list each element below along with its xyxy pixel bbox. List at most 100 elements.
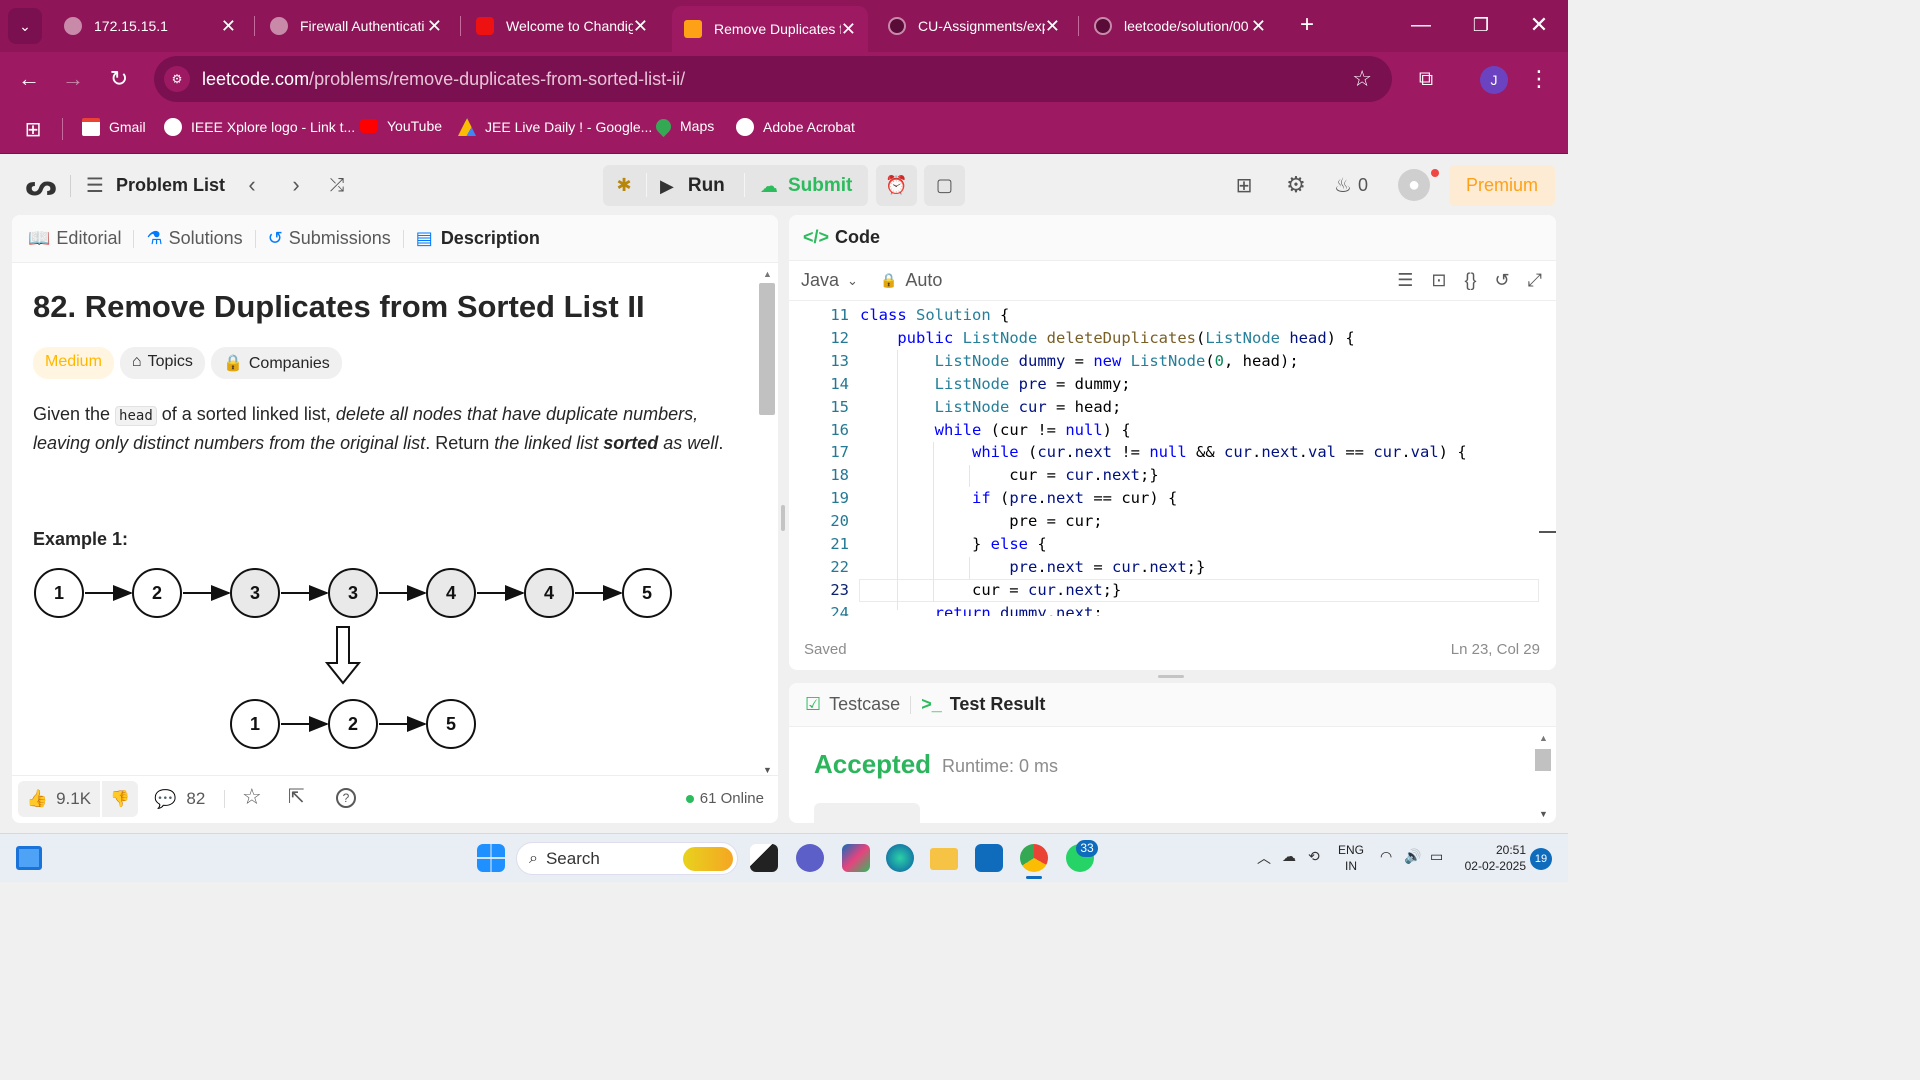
globe-icon xyxy=(270,17,288,35)
widgets-icon[interactable] xyxy=(16,846,42,870)
bookmark-ieee[interactable]: IEEE Xplore logo - Link t... xyxy=(164,118,355,136)
case-tab[interactable] xyxy=(814,803,920,823)
tab-search-button[interactable]: ⌄ xyxy=(8,8,42,44)
bookmark-acrobat[interactable]: Adobe Acrobat xyxy=(736,118,855,136)
tab-chandigarh[interactable]: Welcome to Chandig ✕ xyxy=(464,6,660,46)
submit-button[interactable]: ☁ Submit xyxy=(760,169,852,203)
show-hidden-icon[interactable]: ︿ xyxy=(1257,848,1271,868)
reset-icon[interactable]: ↺ xyxy=(1495,270,1510,291)
restore-button[interactable]: ❐ xyxy=(1464,10,1498,40)
menu-icon[interactable]: ⋮ xyxy=(1526,64,1552,94)
tab-github-assignments[interactable]: CU-Assignments/exp ✕ xyxy=(876,6,1072,46)
tab-test-result[interactable]: >_ Test Result xyxy=(921,694,1045,715)
panel-resize-handle[interactable] xyxy=(781,505,785,531)
companies-button[interactable]: 🔒 Companies xyxy=(210,347,342,379)
close-icon[interactable]: ✕ xyxy=(427,16,442,37)
favorite-star-icon[interactable]: ☆ xyxy=(242,784,262,810)
premium-button[interactable]: Premium xyxy=(1449,165,1555,206)
line-number: 24 xyxy=(830,603,849,616)
sync-icon[interactable]: ⟲ xyxy=(1308,848,1320,865)
next-problem-button[interactable]: › xyxy=(284,169,308,201)
share-icon[interactable]: ⇱ xyxy=(288,784,305,809)
taskbar-search[interactable]: ⌕ Search xyxy=(516,842,738,875)
url-bar[interactable]: ⚙ leetcode.com/problems/remove-duplicate… xyxy=(154,56,1392,102)
bookmark-jee[interactable]: JEE Live Daily ! - Google... xyxy=(458,118,652,136)
store-icon[interactable] xyxy=(975,844,1003,872)
close-icon[interactable]: ✕ xyxy=(633,16,648,37)
bookmark-maps[interactable]: Maps xyxy=(652,115,714,137)
battery-icon[interactable]: ▭ xyxy=(1430,848,1443,865)
user-avatar[interactable]: ● xyxy=(1398,169,1430,201)
help-icon[interactable]: ? xyxy=(336,788,356,808)
m365-icon[interactable] xyxy=(842,844,870,872)
clock[interactable]: 20:51 02-02-2025 xyxy=(1456,842,1526,874)
edge-icon[interactable] xyxy=(886,844,914,872)
run-button[interactable]: ▶ Run xyxy=(660,169,725,203)
site-info-icon[interactable]: ⚙ xyxy=(164,66,190,92)
layout-icon[interactable]: ⊞ xyxy=(1230,169,1258,201)
streak-counter[interactable]: ♨ 0 xyxy=(1334,169,1368,201)
tab-solutions[interactable]: ⚗ Solutions xyxy=(146,228,242,249)
close-icon[interactable]: ✕ xyxy=(1045,16,1060,37)
tab-submissions[interactable]: ↺ Submissions xyxy=(268,228,391,249)
difficulty-badge[interactable]: Medium xyxy=(33,347,114,379)
tab-172[interactable]: 172.15.15.1 ✕ xyxy=(52,6,248,46)
shuffle-icon[interactable]: ⤮ xyxy=(324,169,350,201)
teams-icon[interactable] xyxy=(796,844,824,872)
language-select[interactable]: Java ⌄ xyxy=(801,270,858,291)
comments-button[interactable]: 💬 82 xyxy=(154,781,205,817)
task-view-icon[interactable] xyxy=(750,844,778,872)
tab-leetcode[interactable]: Remove Duplicates f ✕ xyxy=(672,6,868,52)
reload-button[interactable]: ↻ xyxy=(104,64,134,94)
forward-button[interactable]: → xyxy=(58,64,88,94)
star-icon[interactable]: ☆ xyxy=(1352,66,1372,92)
tab-github-leetcode[interactable]: leetcode/solution/00 ✕ xyxy=(1082,6,1278,46)
new-tab-button[interactable]: + xyxy=(1292,10,1322,40)
like-button[interactable]: 👍 9.1K xyxy=(18,781,100,817)
format-icon[interactable]: ☰ xyxy=(1397,270,1413,291)
close-window-button[interactable]: ✕ xyxy=(1522,10,1556,40)
bookmark-icon[interactable]: ⊡ xyxy=(1431,270,1446,291)
chrome-icon[interactable] xyxy=(1020,844,1048,872)
bookmark-youtube[interactable]: YouTube xyxy=(360,118,442,134)
tab-code[interactable]: </> Code xyxy=(803,227,880,248)
braces-icon[interactable]: {} xyxy=(1464,270,1476,291)
fullscreen-icon[interactable]: ⤢ xyxy=(1528,270,1542,291)
settings-gear-icon[interactable]: ⚙ xyxy=(1282,169,1310,201)
topics-button[interactable]: ⌂ Topics xyxy=(119,347,205,379)
result-scrollbar[interactable]: ▲ ▼ xyxy=(1534,731,1552,819)
notes-icon[interactable]: ▢ xyxy=(924,165,965,206)
back-button[interactable]: ← xyxy=(14,64,44,94)
language-indicator[interactable]: ENG IN xyxy=(1338,842,1364,874)
bookmark-gmail[interactable]: Gmail xyxy=(82,118,146,136)
dislike-button[interactable]: 👎 xyxy=(102,781,138,817)
leetcode-logo-icon[interactable]: ᔕ xyxy=(25,169,57,201)
minimize-button[interactable]: — xyxy=(1404,10,1438,40)
vertical-resize-handle[interactable] xyxy=(1158,675,1184,678)
scroll-thumb[interactable] xyxy=(759,283,775,415)
file-explorer-icon[interactable] xyxy=(930,848,958,870)
tab-editorial[interactable]: 📖 Editorial xyxy=(28,228,121,249)
code-editor[interactable]: 11 12 13 14 15 16 17 18 19 20 21 22 23 24 class Solut… xyxy=(789,302,1539,616)
notification-badge[interactable]: 19 xyxy=(1530,848,1552,870)
auto-mode[interactable]: 🔒 Auto xyxy=(880,270,942,291)
wifi-icon[interactable]: ◠ xyxy=(1380,848,1392,865)
debug-icon[interactable]: ✱ xyxy=(612,171,636,199)
tab-firewall[interactable]: Firewall Authenticati ✕ xyxy=(258,6,454,46)
prev-problem-button[interactable]: ‹ xyxy=(240,169,264,201)
onedrive-icon[interactable]: ☁ xyxy=(1282,848,1296,865)
volume-icon[interactable]: 🔊 xyxy=(1404,848,1421,865)
extensions-icon[interactable]: ⧉ xyxy=(1410,64,1442,94)
close-icon[interactable]: ✕ xyxy=(221,16,236,37)
close-icon[interactable]: ✕ xyxy=(1251,16,1266,37)
profile-avatar[interactable]: J xyxy=(1480,66,1508,94)
globe-icon xyxy=(164,118,182,136)
tab-description[interactable]: ▤ Description xyxy=(416,228,540,249)
apps-grid-icon[interactable]: ⊞ xyxy=(20,116,46,142)
close-icon[interactable]: ✕ xyxy=(841,19,856,40)
timer-icon[interactable]: ⏰ xyxy=(876,165,917,206)
description-scrollbar[interactable]: ▲ ▼ xyxy=(758,265,776,775)
problem-list-button[interactable]: ☰ Problem List xyxy=(86,169,225,201)
tab-testcase[interactable]: ☑ Testcase xyxy=(805,694,900,715)
windows-start-icon[interactable] xyxy=(477,844,505,872)
